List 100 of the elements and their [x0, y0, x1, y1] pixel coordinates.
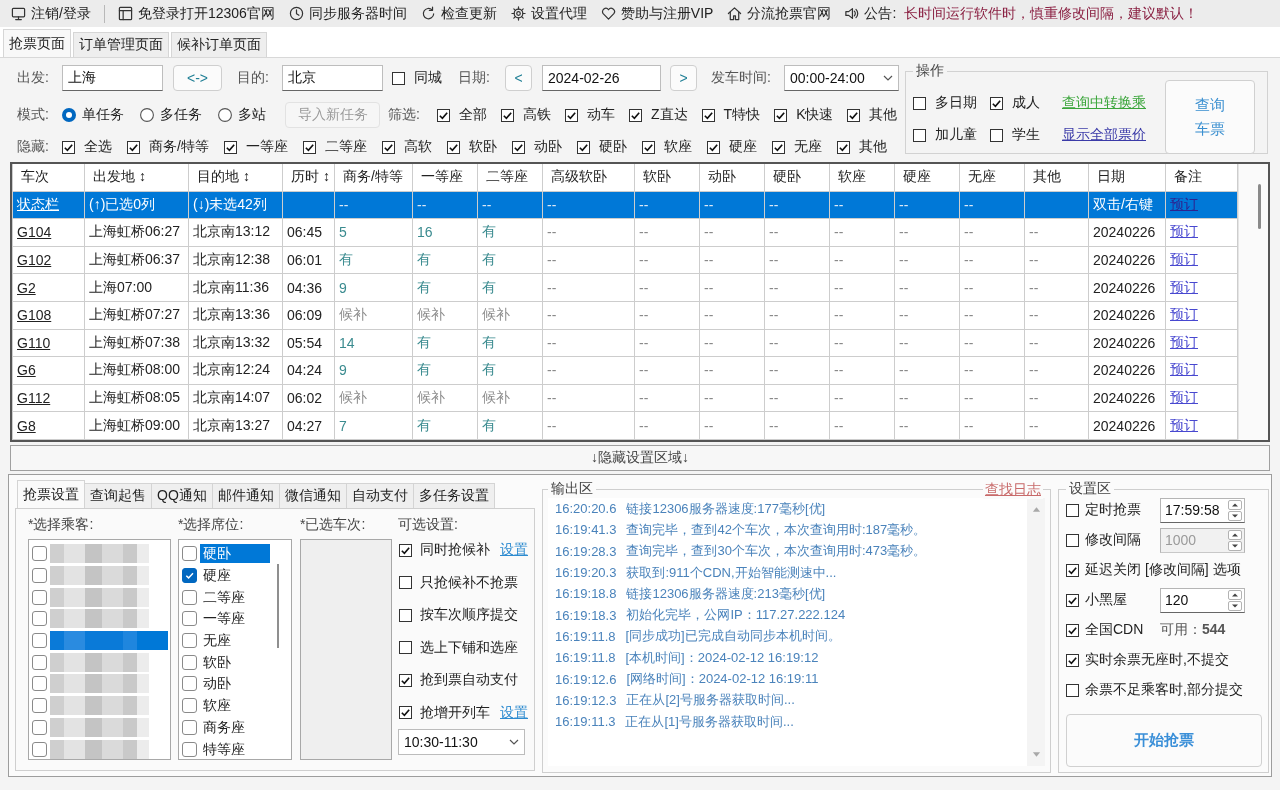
checkbox[interactable] — [990, 128, 1003, 142]
checkbox[interactable] — [182, 698, 197, 714]
date-field[interactable]: 2024-02-26 — [542, 65, 661, 91]
checkbox[interactable] — [399, 673, 412, 687]
swap-button[interactable]: <-> — [173, 65, 222, 91]
spin-up-icon[interactable] — [1228, 499, 1242, 510]
train-link[interactable]: G6 — [17, 362, 36, 379]
checkbox[interactable] — [1066, 683, 1079, 697]
radio-button[interactable] — [62, 108, 76, 122]
table-row[interactable]: 状态栏 (↑)已选0列 (↓)未选42列 -- -- -- -- -- -- -- -- -- -- 双击/右键 预订 — [12, 191, 1238, 219]
radio-button[interactable] — [218, 108, 232, 122]
find-log-link[interactable]: 查找日志 — [983, 481, 1043, 499]
checkbox[interactable] — [399, 608, 412, 622]
column-header[interactable]: 日期 — [1088, 164, 1166, 191]
settings-link[interactable]: 设置 — [500, 703, 528, 722]
toolbar-button[interactable]: 设置代理 — [509, 1, 588, 26]
list-item[interactable]: 硬卧 — [200, 544, 270, 564]
tab[interactable]: 候补订单页面 — [171, 32, 267, 57]
destination-field[interactable]: 北京 — [282, 65, 383, 91]
table-row[interactable]: G108 上海虹桥07:27 北京南13:36 06:09 候补 候补 候补 -- -- -- -- -- -- -- -- 20240226 预订 — [12, 301, 1238, 330]
train-link[interactable]: G8 — [17, 417, 36, 434]
list-item[interactable]: 软卧 — [200, 652, 234, 672]
tab[interactable]: 微信通知 — [278, 483, 347, 508]
checkbox[interactable] — [32, 611, 47, 627]
checkbox[interactable] — [392, 71, 405, 85]
list-item[interactable]: 无座 — [200, 631, 234, 651]
checkbox[interactable] — [302, 140, 316, 154]
list-item[interactable]: 硬座 — [200, 566, 234, 586]
tab[interactable]: QQ通知 — [151, 483, 213, 508]
checkbox[interactable] — [1066, 623, 1079, 637]
checkbox[interactable] — [1066, 503, 1079, 517]
checkbox[interactable] — [565, 108, 578, 122]
checkbox[interactable] — [701, 108, 715, 122]
checkbox[interactable] — [437, 108, 450, 122]
toolbar-button[interactable]: 注销/登录 — [10, 1, 92, 26]
column-header[interactable]: 无座 — [959, 164, 1025, 191]
checkbox[interactable] — [182, 611, 197, 627]
query-tickets-button[interactable]: 查询车票 — [1165, 80, 1255, 154]
settings-link[interactable]: 设置 — [500, 541, 528, 560]
tab[interactable]: 订单管理页面 — [73, 32, 169, 57]
tab[interactable]: 抢票设置 — [17, 480, 85, 508]
toggle-settings-bar[interactable]: ↓隐藏设置区域↓ — [10, 445, 1270, 471]
checkbox[interactable] — [576, 140, 590, 154]
checkbox[interactable] — [182, 719, 197, 735]
checkbox[interactable] — [641, 140, 655, 154]
train-link[interactable]: G2 — [17, 279, 36, 296]
list-item[interactable]: 软座 — [200, 696, 234, 716]
column-header[interactable]: 出发地 ↕ — [84, 164, 189, 191]
column-header[interactable]: 软卧 — [634, 164, 700, 191]
list-item[interactable]: 特等座 — [200, 739, 248, 759]
scrollbar-thumb[interactable] — [277, 564, 279, 648]
spin-down-icon[interactable] — [1228, 600, 1242, 611]
list-item[interactable]: 动卧 — [200, 674, 234, 694]
checkbox[interactable] — [182, 568, 197, 584]
table-row[interactable]: G2 上海07:00 北京南11:36 04:36 9 有 有 -- -- -- -- -- -- -- -- 20240226 预订 — [12, 273, 1238, 302]
checkbox[interactable] — [1066, 593, 1079, 607]
checkbox[interactable] — [32, 568, 47, 584]
scrollbar[interactable] — [1238, 164, 1268, 440]
previous-date-button[interactable]: < — [505, 65, 532, 91]
column-header[interactable]: 车次 — [12, 164, 85, 191]
checkbox[interactable] — [774, 108, 788, 122]
checkbox[interactable] — [32, 741, 47, 757]
time-range-dropdown[interactable]: 10:30-11:30 — [398, 729, 525, 755]
checkbox[interactable] — [127, 140, 140, 154]
checkbox[interactable] — [182, 741, 197, 757]
checkbox[interactable] — [32, 589, 47, 605]
spin-field[interactable]: 17:59:58 — [1160, 497, 1245, 523]
table-row[interactable]: G8 上海虹桥09:00 北京南13:27 04:27 7 有 有 -- -- -- -- -- -- -- -- 20240226 预订 — [12, 411, 1238, 440]
checkbox[interactable] — [446, 140, 460, 154]
column-header[interactable]: 备注 — [1165, 164, 1238, 191]
checkbox[interactable] — [32, 633, 47, 649]
column-header[interactable]: 二等座 — [477, 164, 543, 191]
checkbox[interactable] — [32, 676, 47, 692]
column-header[interactable]: 高级软卧 — [542, 164, 635, 191]
checkbox[interactable] — [32, 546, 47, 562]
link[interactable]: 显示全部票价 — [1062, 126, 1146, 144]
table-row[interactable]: G6 上海虹桥08:00 北京南12:24 04:24 9 有 有 -- -- -- -- -- -- -- -- 20240226 预订 — [12, 356, 1238, 385]
list-item[interactable]: 一等座 — [200, 609, 248, 629]
next-date-button[interactable]: > — [670, 65, 697, 91]
checkbox[interactable] — [381, 140, 395, 154]
tab[interactable]: 查询起售 — [84, 483, 152, 508]
table-row[interactable]: G110 上海虹桥07:38 北京南13:32 05:54 14 有 有 -- -- -- -- -- -- -- -- 20240226 预订 — [12, 329, 1238, 357]
checkbox[interactable] — [399, 576, 412, 590]
redacted-name[interactable] — [50, 631, 168, 651]
departure-field[interactable]: 上海 — [62, 65, 163, 91]
column-header[interactable]: 软座 — [829, 164, 895, 191]
checkbox[interactable] — [501, 108, 514, 122]
toolbar-button[interactable]: 分流抢票官网 — [726, 1, 833, 26]
toolbar-button[interactable]: 同步服务器时间 — [287, 1, 408, 26]
list-item[interactable]: 二等座 — [200, 587, 248, 607]
checkbox[interactable] — [836, 140, 850, 154]
column-header[interactable]: 商务/特等 — [334, 164, 413, 191]
toolbar-button[interactable]: 赞助与注册VIP — [599, 1, 715, 26]
radio-button[interactable] — [140, 108, 154, 122]
list-item[interactable]: 商务座 — [200, 717, 248, 737]
toolbar-button[interactable]: 免登录打开12306官网 — [116, 1, 276, 26]
column-header[interactable]: 一等座 — [412, 164, 478, 191]
checkbox[interactable] — [182, 633, 197, 649]
column-header[interactable]: 硬卧 — [764, 164, 830, 191]
checkbox[interactable] — [182, 546, 197, 562]
